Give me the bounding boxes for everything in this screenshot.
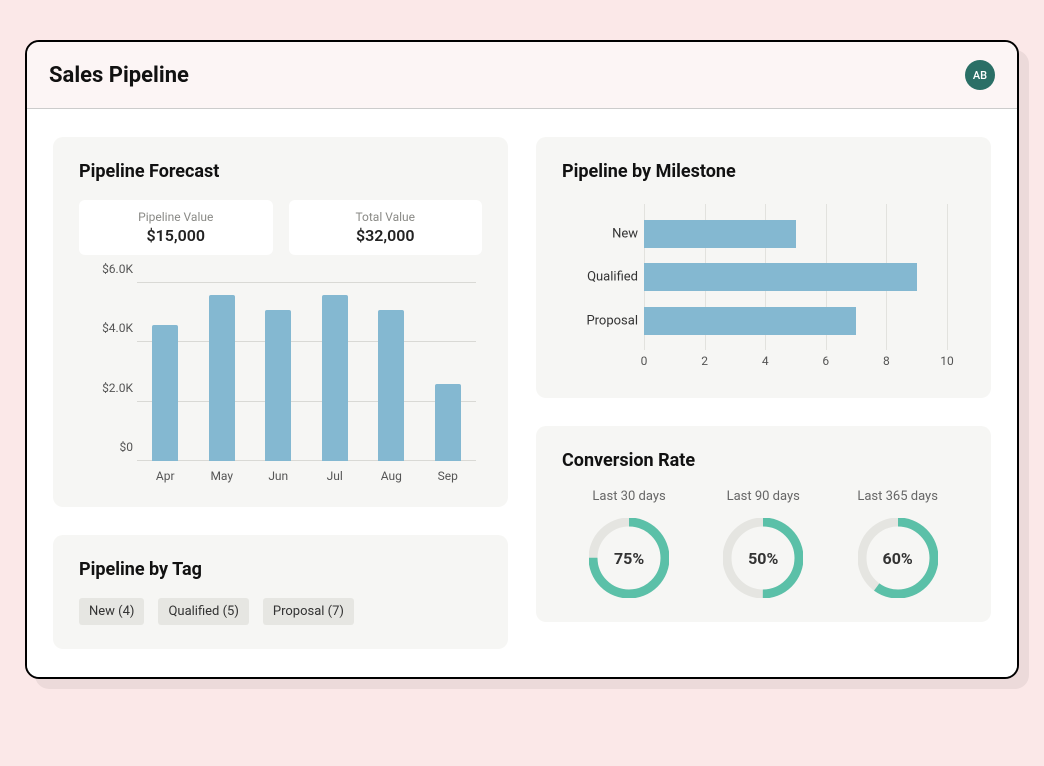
ring-percent: 60% — [858, 518, 938, 598]
bar — [435, 384, 461, 461]
x-axis-label: 8 — [883, 354, 890, 368]
gridline — [947, 204, 948, 350]
y-axis-label: $4.0K — [79, 321, 133, 335]
hbar — [644, 263, 917, 291]
tag-chip[interactable]: Qualified (5) — [158, 598, 248, 625]
x-axis-label: 6 — [822, 354, 829, 368]
card-title-forecast: Pipeline Forecast — [79, 161, 482, 182]
conversion-ring: Last 365 days 60% — [857, 489, 938, 598]
ring-label: Last 30 days — [589, 489, 669, 504]
x-axis-label: Sep — [428, 469, 468, 483]
hbar-category-label: New — [562, 226, 638, 241]
x-axis-label: 4 — [762, 354, 769, 368]
hbar-category-label: Proposal — [562, 313, 638, 328]
stat-label: Total Value — [297, 210, 475, 224]
bars — [137, 283, 476, 461]
stat-value: $15,000 — [87, 226, 265, 245]
hbar-category-label: Qualified — [562, 270, 638, 285]
conversion-ring: Last 90 days 50% — [723, 489, 803, 598]
x-axis-label: 0 — [641, 354, 648, 368]
milestone-hbar-chart: New Qualified Proposal 0 2 4 6 8 10 — [562, 204, 965, 374]
ring-percent: 75% — [589, 518, 669, 598]
y-axis-label: $0 — [79, 440, 133, 454]
header: Sales Pipeline AB — [27, 42, 1017, 109]
card-conversion: Conversion Rate Last 30 days 75% Last 90 d… — [536, 426, 991, 622]
hbar-area — [644, 204, 947, 350]
ring-icon: 50% — [723, 518, 803, 598]
stat-total-value: Total Value $32,000 — [289, 200, 483, 255]
dashboard-body: Pipeline Forecast Pipeline Value $15,000… — [27, 109, 1017, 677]
card-title-conversion: Conversion Rate — [562, 450, 965, 471]
hbar-row — [644, 263, 947, 291]
x-axis-labels: 0246810 — [644, 354, 947, 374]
x-axis-labels: Apr May Jun Jul Aug Sep — [137, 469, 476, 483]
hbar — [644, 307, 856, 335]
x-axis-label: May — [202, 469, 242, 483]
conversion-ring: Last 30 days 75% — [589, 489, 669, 598]
x-axis-label: Jul — [315, 469, 355, 483]
tag-chip[interactable]: New (4) — [79, 598, 144, 625]
card-forecast: Pipeline Forecast Pipeline Value $15,000… — [53, 137, 508, 507]
bar — [265, 310, 291, 461]
hbar-row — [644, 220, 947, 248]
hbar — [644, 220, 796, 248]
bar — [378, 310, 404, 461]
card-by-tag: Pipeline by Tag New (4) Qualified (5) Pr… — [53, 535, 508, 649]
ring-label: Last 365 days — [857, 489, 938, 504]
y-axis-label: $2.0K — [79, 381, 133, 395]
dashboard-window: Sales Pipeline AB Pipeline Forecast Pipe… — [25, 40, 1019, 679]
ring-icon: 60% — [858, 518, 938, 598]
stat-value: $32,000 — [297, 226, 475, 245]
conversion-rings: Last 30 days 75% Last 90 days 50% Last 365 d… — [562, 489, 965, 598]
bar — [209, 295, 235, 461]
card-title-by-milestone: Pipeline by Milestone — [562, 161, 965, 182]
x-axis-label: Apr — [145, 469, 185, 483]
ring-percent: 50% — [723, 518, 803, 598]
ring-icon: 75% — [589, 518, 669, 598]
hbar-row — [644, 307, 947, 335]
x-axis-label: 2 — [701, 354, 708, 368]
forecast-stats: Pipeline Value $15,000 Total Value $32,0… — [79, 200, 482, 255]
bar — [152, 325, 178, 461]
tag-list: New (4) Qualified (5) Proposal (7) — [79, 598, 482, 625]
forecast-bar-chart: $0$2.0K$4.0K$6.0KAprMayJunJulAugSep — [79, 283, 482, 483]
page-title: Sales Pipeline — [49, 63, 189, 88]
stat-pipeline-value: Pipeline Value $15,000 — [79, 200, 273, 255]
bar — [322, 295, 348, 461]
stat-label: Pipeline Value — [87, 210, 265, 224]
card-by-milestone: Pipeline by Milestone New Qualified Propos… — [536, 137, 991, 398]
x-axis-label: 10 — [940, 354, 954, 368]
ring-label: Last 90 days — [723, 489, 803, 504]
y-axis-label: $6.0K — [79, 262, 133, 276]
avatar[interactable]: AB — [965, 60, 995, 90]
x-axis-label: Jun — [258, 469, 298, 483]
card-title-by-tag: Pipeline by Tag — [79, 559, 482, 580]
x-axis-label: Aug — [371, 469, 411, 483]
tag-chip[interactable]: Proposal (7) — [263, 598, 354, 625]
